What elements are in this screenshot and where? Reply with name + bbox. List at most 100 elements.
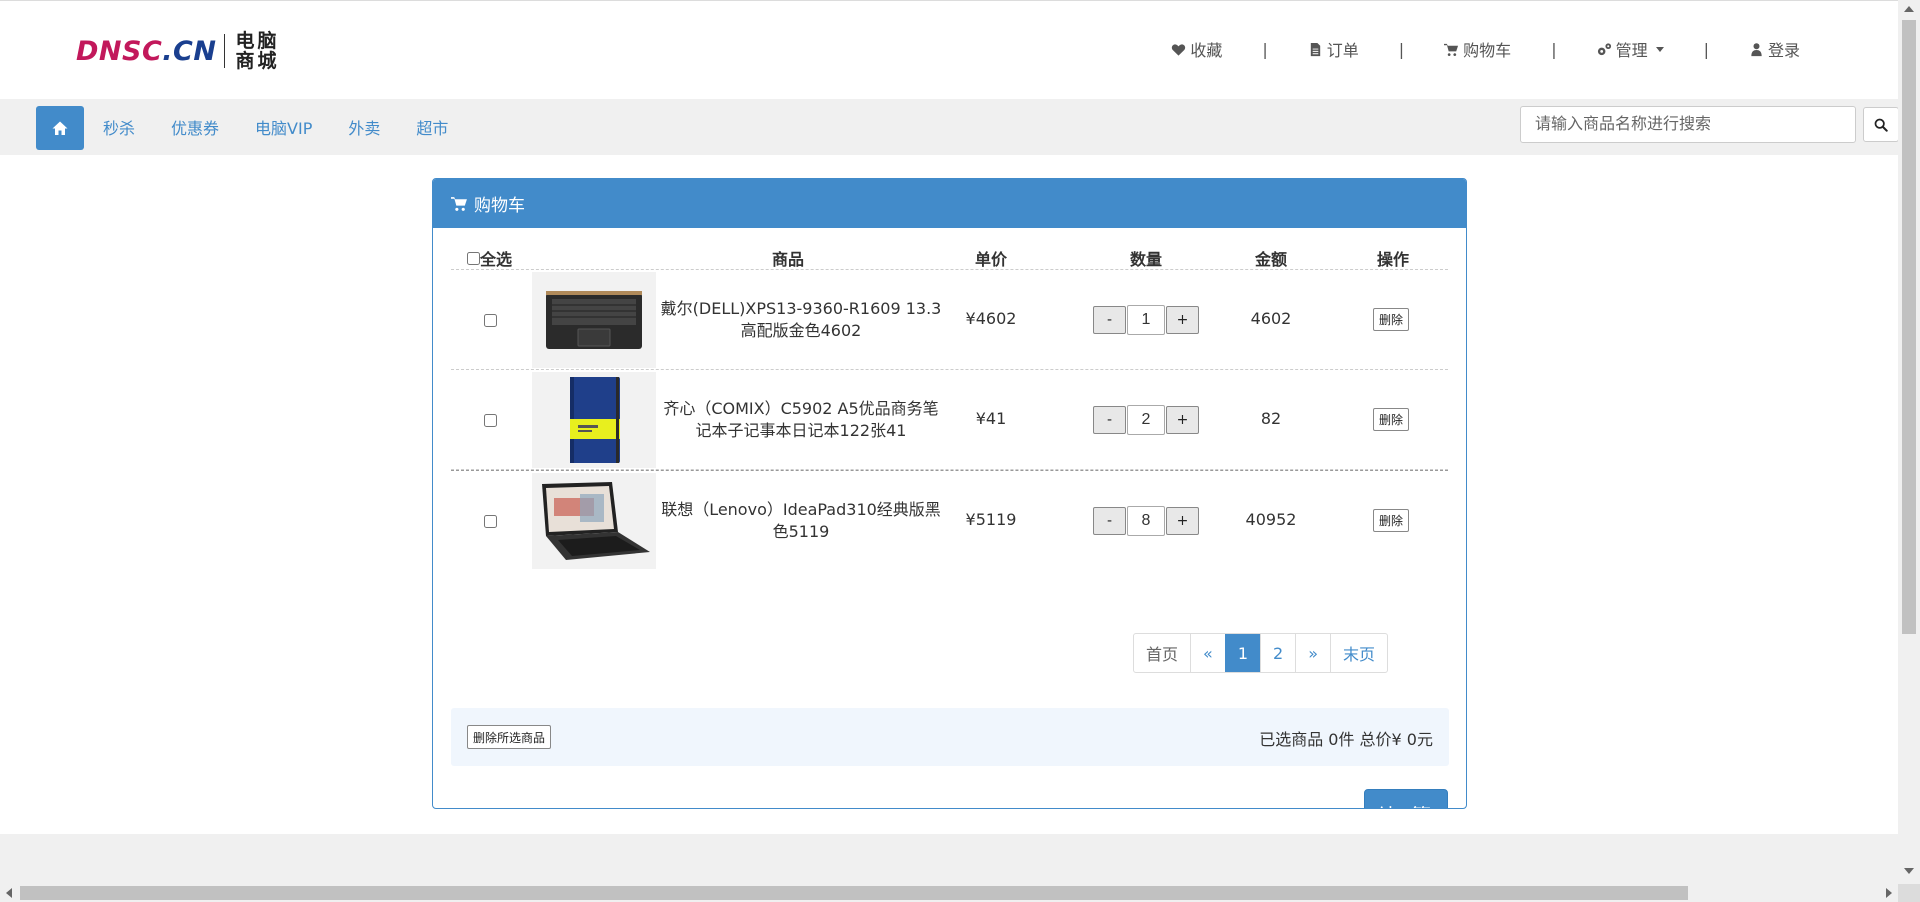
chevron-down-icon xyxy=(1655,46,1664,52)
vertical-scroll-thumb[interactable] xyxy=(1902,20,1916,634)
selection-total: 已选商品 0件 总价¥ 0元 xyxy=(1259,730,1433,749)
search-icon xyxy=(1874,118,1888,132)
nav-login[interactable]: 登录 xyxy=(1749,37,1800,61)
cart-row: 联想（Lenovo）IdeaPad310经典版黑色5119 ¥5119 - + … xyxy=(451,470,1448,570)
product-image[interactable] xyxy=(532,372,656,468)
pagination-page-1[interactable]: 1 xyxy=(1224,634,1260,672)
decrease-quantity-button[interactable]: - xyxy=(1093,507,1126,535)
row-checkbox[interactable] xyxy=(484,314,497,327)
scroll-left-icon[interactable] xyxy=(6,888,12,898)
line-amount: 82 xyxy=(1260,409,1282,428)
delete-item-button[interactable]: 删除 xyxy=(1373,509,1410,532)
top-header: DNSC.CN 电脑 商城 收藏 | 订单 | 购物车 | 管理 | 登录 xyxy=(0,0,1898,99)
line-amount: 40952 xyxy=(1245,510,1297,529)
delete-item-button[interactable]: 删除 xyxy=(1373,308,1410,331)
quantity-input[interactable] xyxy=(1127,405,1165,435)
nav-favorites[interactable]: 收藏 xyxy=(1171,37,1222,61)
pagination: 首页 « 1 2 » 末页 xyxy=(1133,633,1388,673)
decrease-quantity-button[interactable]: - xyxy=(1093,306,1126,334)
heart-icon xyxy=(1172,43,1186,56)
increase-quantity-button[interactable]: + xyxy=(1166,507,1199,535)
cart-row: 齐心（COMIX）C5902 A5优品商务笔记本子记事本日记本122张41 ¥4… xyxy=(451,370,1448,470)
scroll-right-icon[interactable] xyxy=(1886,888,1892,898)
select-all-label: 全选 xyxy=(480,250,513,269)
logo-subtitle: 电脑 商城 xyxy=(235,30,280,72)
quantity-input[interactable] xyxy=(1127,305,1165,335)
increase-quantity-button[interactable]: + xyxy=(1166,306,1199,334)
user-icon xyxy=(1751,42,1762,56)
logo-brand: DNSC.CN xyxy=(76,35,217,67)
nav-separator: | xyxy=(1703,39,1709,59)
category-link-coupons[interactable]: 优惠券 xyxy=(171,115,219,139)
select-all[interactable]: 全选 xyxy=(467,246,512,270)
increase-quantity-button[interactable]: + xyxy=(1166,406,1199,434)
nav-separator: | xyxy=(1262,39,1268,59)
gears-icon xyxy=(1597,42,1611,55)
nav-orders[interactable]: 订单 xyxy=(1308,37,1359,61)
site-logo[interactable]: DNSC.CN 电脑 商城 xyxy=(76,29,283,73)
nav-separator: | xyxy=(1398,39,1405,59)
row-checkbox[interactable] xyxy=(484,414,497,427)
delete-item-button[interactable]: 删除 xyxy=(1373,408,1410,431)
quantity-stepper: - + xyxy=(1093,405,1199,435)
quantity-input[interactable] xyxy=(1127,506,1165,536)
scroll-up-icon[interactable] xyxy=(1904,6,1914,12)
file-icon xyxy=(1310,42,1320,56)
home-icon xyxy=(52,121,68,135)
select-all-checkbox[interactable] xyxy=(467,251,480,265)
cart-icon xyxy=(1444,43,1459,56)
search-input[interactable] xyxy=(1520,106,1856,143)
top-nav: 收藏 | 订单 | 购物车 | 管理 | 登录 xyxy=(1171,37,1800,61)
quantity-stepper: - + xyxy=(1093,506,1199,536)
checkout-button[interactable]: 结 算 xyxy=(1364,789,1448,808)
column-header-product: 商品 xyxy=(771,250,804,269)
cart-panel: 购物车 全选 商品 单价 数量 金额 操作 戴尔(DELL)XPS13-9360… xyxy=(432,178,1467,809)
column-header-unit-price: 单价 xyxy=(974,250,1007,269)
search-button[interactable] xyxy=(1863,107,1899,142)
category-link-supermarket[interactable]: 超市 xyxy=(416,115,448,139)
laptop-image xyxy=(542,482,650,560)
column-header-actions: 操作 xyxy=(1376,250,1409,269)
product-image[interactable] xyxy=(532,272,656,368)
pagination-last[interactable]: 末页 xyxy=(1329,634,1387,672)
nav-separator: | xyxy=(1551,39,1557,59)
row-checkbox[interactable] xyxy=(484,515,497,528)
column-header-amount: 金额 xyxy=(1254,250,1287,269)
horizontal-scrollbar[interactable] xyxy=(0,884,1898,902)
pagination-prev[interactable]: « xyxy=(1190,634,1225,672)
pagination-first[interactable]: 首页 xyxy=(1134,634,1190,672)
category-link-vip[interactable]: 电脑VIP xyxy=(255,115,312,139)
line-amount: 4602 xyxy=(1250,309,1292,328)
page-footer-band xyxy=(0,834,1898,884)
notebook-image xyxy=(570,377,620,463)
scrollbar-corner xyxy=(1898,884,1920,902)
product-name[interactable]: 联想（Lenovo）IdeaPad310经典版黑色5119 xyxy=(656,471,946,571)
home-button[interactable] xyxy=(36,106,84,150)
category-link-takeout[interactable]: 外卖 xyxy=(348,115,380,139)
category-links: 秒杀 优惠券 电脑VIP 外卖 超市 xyxy=(103,115,448,139)
delete-selected-button[interactable]: 删除所选商品 xyxy=(467,725,552,749)
cart-icon xyxy=(451,197,467,211)
product-image[interactable] xyxy=(532,473,656,569)
product-name[interactable]: 戴尔(DELL)XPS13-9360-R1609 13.3高配版金色4602 xyxy=(656,270,946,370)
cart-panel-header: 购物车 xyxy=(433,179,1466,228)
cart-table: 全选 商品 单价 数量 金额 操作 戴尔(DELL)XPS13-9360-R16… xyxy=(433,228,1466,808)
category-bar: 秒杀 优惠券 电脑VIP 外卖 超市 xyxy=(0,99,1899,155)
quantity-stepper: - + xyxy=(1093,305,1199,335)
cart-table-header: 全选 商品 单价 数量 金额 操作 xyxy=(451,228,1448,270)
horizontal-scroll-thumb[interactable] xyxy=(20,886,1688,900)
product-name[interactable]: 齐心（COMIX）C5902 A5优品商务笔记本子记事本日记本122张41 xyxy=(656,370,946,470)
vertical-scrollbar[interactable] xyxy=(1898,0,1920,884)
decrease-quantity-button[interactable]: - xyxy=(1093,406,1126,434)
scroll-down-icon[interactable] xyxy=(1904,868,1914,874)
unit-price: ¥41 xyxy=(975,409,1007,428)
cart-summary: 删除所选商品 已选商品 0件 总价¥ 0元 xyxy=(451,708,1449,766)
unit-price: ¥4602 xyxy=(965,309,1017,328)
pagination-page-2[interactable]: 2 xyxy=(1260,634,1295,672)
nav-manage-dropdown[interactable]: 管理 xyxy=(1597,37,1664,61)
logo-divider xyxy=(224,34,226,68)
category-link-flash-sale[interactable]: 秒杀 xyxy=(103,115,135,139)
cart-title: 购物车 xyxy=(474,196,525,216)
nav-cart[interactable]: 购物车 xyxy=(1444,37,1511,61)
pagination-next[interactable]: » xyxy=(1295,634,1330,672)
